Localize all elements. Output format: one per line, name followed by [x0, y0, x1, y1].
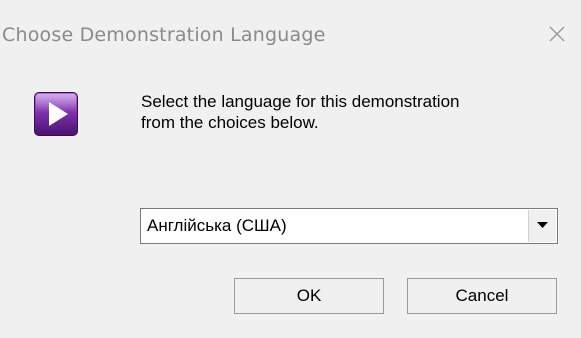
window-title: Choose Demonstration Language [2, 24, 326, 46]
title-bar: Choose Demonstration Language [0, 0, 581, 70]
instruction-text: Select the language for this demonstrati… [141, 91, 561, 133]
play-icon [31, 89, 81, 139]
ok-button[interactable]: OK [234, 278, 384, 314]
instruction-line-2: from the choices below. [141, 113, 319, 132]
language-dialog: Choose Demonstration Language Select the… [0, 0, 581, 338]
cancel-button[interactable]: Cancel [407, 278, 557, 314]
dropdown-arrow-icon [537, 222, 548, 228]
language-select-dropdown-button[interactable] [528, 210, 556, 242]
close-icon [549, 26, 565, 42]
language-select[interactable]: Англійська (США) [140, 208, 558, 244]
instruction-line-1: Select the language for this demonstrati… [141, 92, 460, 111]
close-button[interactable] [541, 18, 573, 50]
language-select-value: Англійська (США) [147, 216, 287, 235]
